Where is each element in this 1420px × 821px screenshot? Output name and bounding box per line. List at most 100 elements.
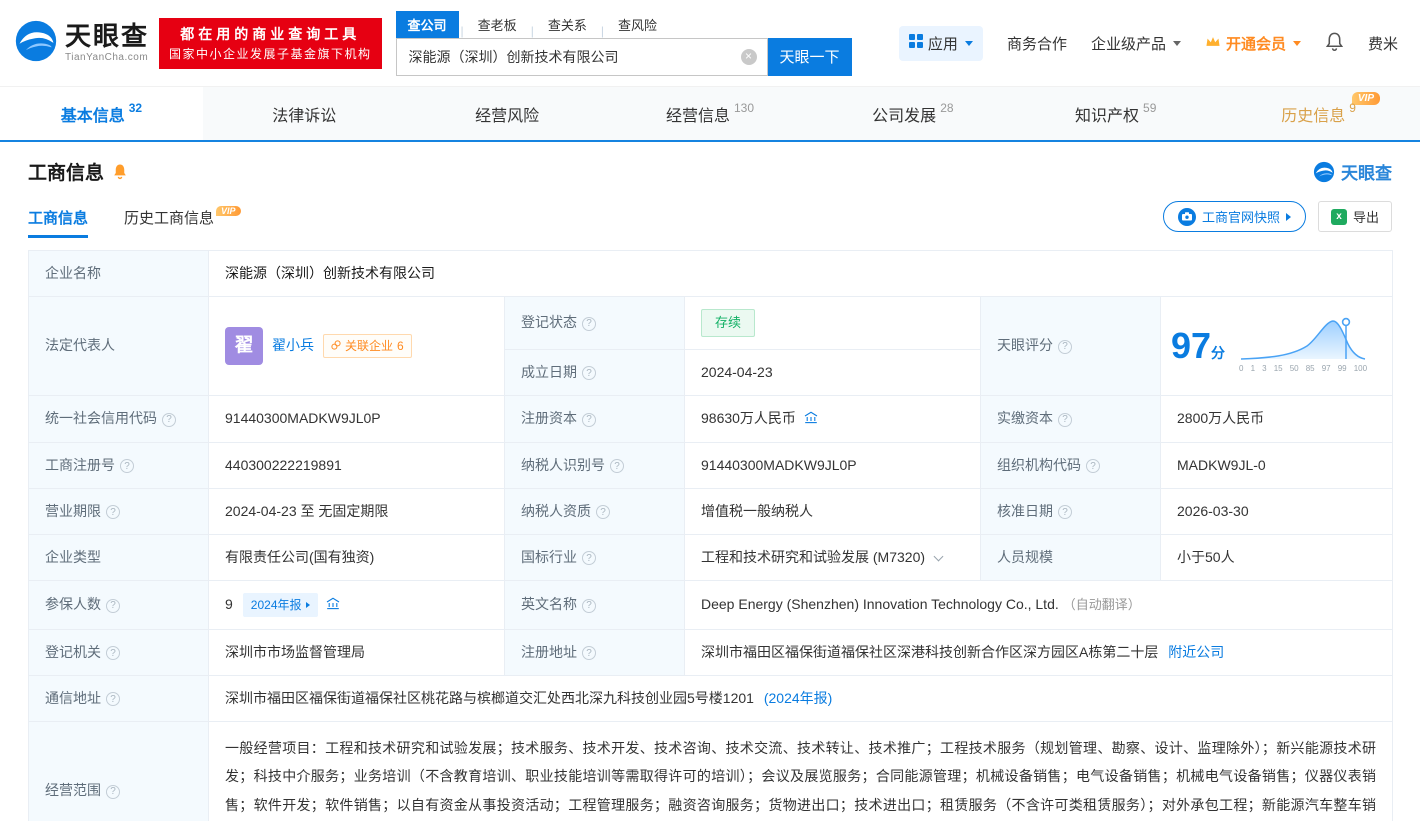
chevron-down-icon [1172,40,1181,46]
help-icon[interactable] [582,366,596,380]
export-button[interactable]: 导出 [1317,201,1392,232]
org-code-label: 组织机构代码 [980,441,1161,489]
help-icon[interactable] [582,598,596,613]
nav-enterprise-products[interactable]: 企业级产品 [1091,33,1181,54]
reg-number-label: 工商注册号 [28,441,209,489]
subscribe-bell-icon[interactable] [112,163,128,180]
staff-size-value: 小于50人 [1159,533,1394,581]
apps-grid-icon [908,34,923,52]
nav-open-vip[interactable]: 开通会员 [1205,33,1301,54]
tab-operation-risk[interactable]: 经营风险 [406,87,609,140]
table-row: 统一社会信用代码 91440300MADKW9JL0P 注册资本 98630万人… [28,394,1394,443]
search-tab-relation[interactable]: 查关系 [536,11,599,38]
help-icon[interactable] [582,551,596,565]
help-icon[interactable] [1058,412,1072,427]
score-unit: 分 [1211,344,1226,361]
help-icon[interactable] [582,646,596,660]
bell-icon [1325,31,1344,56]
company-search-input[interactable] [396,38,767,75]
help-icon[interactable] [596,505,610,519]
help-icon[interactable] [106,505,120,519]
score-label: 天眼评分 [980,296,1161,396]
search-block: 查公司 | 查老板 | 查关系 | 查风险 天眼一下 [395,10,852,76]
help-icon[interactable] [1058,339,1072,354]
tab-label: 基本信息 [60,107,125,125]
help-icon[interactable] [106,646,120,660]
search-tab-boss[interactable]: 查老板 [466,11,529,38]
search-tab-risk[interactable]: 查风险 [606,11,669,38]
watermark-text: 天眼查 [1341,164,1392,183]
help-icon[interactable] [106,692,120,706]
snapshot-label: 工商官网快照 [1201,210,1280,225]
subtab-business-info[interactable]: 工商信息 [28,207,89,238]
legal-rep-name-link[interactable]: 翟小兵 [272,335,314,356]
subtab-label: 历史工商信息 [124,210,215,227]
help-icon[interactable] [610,459,624,473]
reg-address-value: 深圳市福田区福保街道福保社区深港科技创新合作区深方园区A栋第二十层 附近公司 [683,628,1394,676]
reg-authority-value: 深圳市市场监督管理局 [208,628,505,676]
search-input-wrap [395,37,768,76]
chevron-down-icon [1292,40,1301,46]
help-icon[interactable] [106,784,120,799]
tab-history-info[interactable]: VIP 历史信息 9 [1217,87,1420,140]
tab-intellectual-property[interactable]: 知识产权 59 [1014,87,1217,140]
tab-basic-info[interactable]: 基本信息 32 [0,87,203,140]
user-menu[interactable]: 费米 [1368,33,1398,54]
business-info-table: 企业名称 深能源（深圳）创新技术有限公司 法定代表人 翟 翟小兵 关联企业 6 … [28,250,1394,821]
regulator-icon[interactable] [326,597,340,613]
status-badge: 存续 [701,309,756,337]
business-scope-label: 经营范围 [28,720,209,821]
search-tab-company[interactable]: 查公司 [395,10,459,38]
company-tabbar: 基本信息 32 法律诉讼 经营风险 经营信息 130 公司发展 28 知识产权 … [0,86,1420,142]
help-icon[interactable] [1058,505,1072,519]
company-name-value: 深能源（深圳）创新技术有限公司 [207,250,1394,297]
clear-icon[interactable] [740,48,757,65]
tab-count: 9 [1349,100,1356,115]
search-submit-button[interactable]: 天眼一下 [767,37,852,76]
tab-legal-litigation[interactable]: 法律诉讼 [203,87,406,140]
chevron-down-icon[interactable] [933,551,944,561]
taxpayer-id-value: 91440300MADKW9JL0P [684,441,981,489]
help-icon[interactable] [1086,459,1100,473]
table-row: 企业类型 有限责任公司(国有独资) 国标行业 工程和技术研究和试验发展 (M73… [28,533,1394,581]
promo-line1: 都在用的商业查询工具 [180,25,361,42]
official-snapshot-button[interactable]: 工商官网快照 [1162,201,1306,232]
notifications-bell[interactable] [1325,31,1344,56]
help-icon[interactable] [106,598,120,613]
tab-operation-info[interactable]: 经营信息 130 [609,87,812,140]
related-companies-badge[interactable]: 关联企业 6 [323,333,412,358]
section-title: 工商信息 [28,163,105,184]
tab-count: 28 [940,100,954,115]
promo-banner: 都在用的商业查询工具 国家中小企业发展子基金旗下机构 [159,17,382,69]
help-icon[interactable] [582,412,596,427]
taxpayer-quality-label: 纳税人资质 [504,487,685,535]
annual-report-badge[interactable]: 2024年报 [242,592,318,617]
regulator-icon[interactable] [804,411,818,427]
nav-business-cooperation[interactable]: 商务合作 [1007,33,1067,54]
reg-status-label: 登记状态 [504,296,685,350]
annual-report-link[interactable]: (2024年报) [764,690,832,706]
camera-icon [1177,207,1196,226]
nav-open-vip-label: 开通会员 [1225,35,1286,53]
insured-value: 9 2024年报 [208,579,505,630]
page-header: 天眼查 TianYanCha.com 都在用的商业查询工具 国家中小企业发展子基… [0,0,1420,86]
help-icon[interactable] [120,459,134,473]
help-icon[interactable] [582,316,596,331]
reg-capital-label: 注册资本 [504,394,685,443]
reg-status-value: 存续 [684,296,981,350]
help-icon[interactable] [162,412,176,427]
tab-label: 公司发展 [872,107,937,125]
tab-count: 32 [128,100,143,115]
paid-capital-label: 实缴资本 [980,394,1161,443]
tianyancha-logo[interactable]: 天眼查 TianYanCha.com [14,19,149,68]
nav-apps[interactable]: 应用 [898,25,983,61]
nearby-companies-link[interactable]: 附近公司 [1168,644,1224,660]
tab-company-development[interactable]: 公司发展 28 [811,87,1014,140]
table-row: 企业名称 深能源（深圳）创新技术有限公司 [28,250,1394,297]
related-count: 6 [397,338,404,353]
table-row: 经营范围 一般经营项目：工程和技术研究和试验发展；技术服务、技术开发、技术咨询、… [28,720,1394,821]
subtab-history-business-info[interactable]: 历史工商信息 VIP [124,206,241,238]
nav-apps-label: 应用 [927,35,958,53]
legal-rep-avatar[interactable]: 翟 [225,326,263,365]
en-name-value: Deep Energy (Shenzhen) Innovation Techno… [683,579,1394,630]
